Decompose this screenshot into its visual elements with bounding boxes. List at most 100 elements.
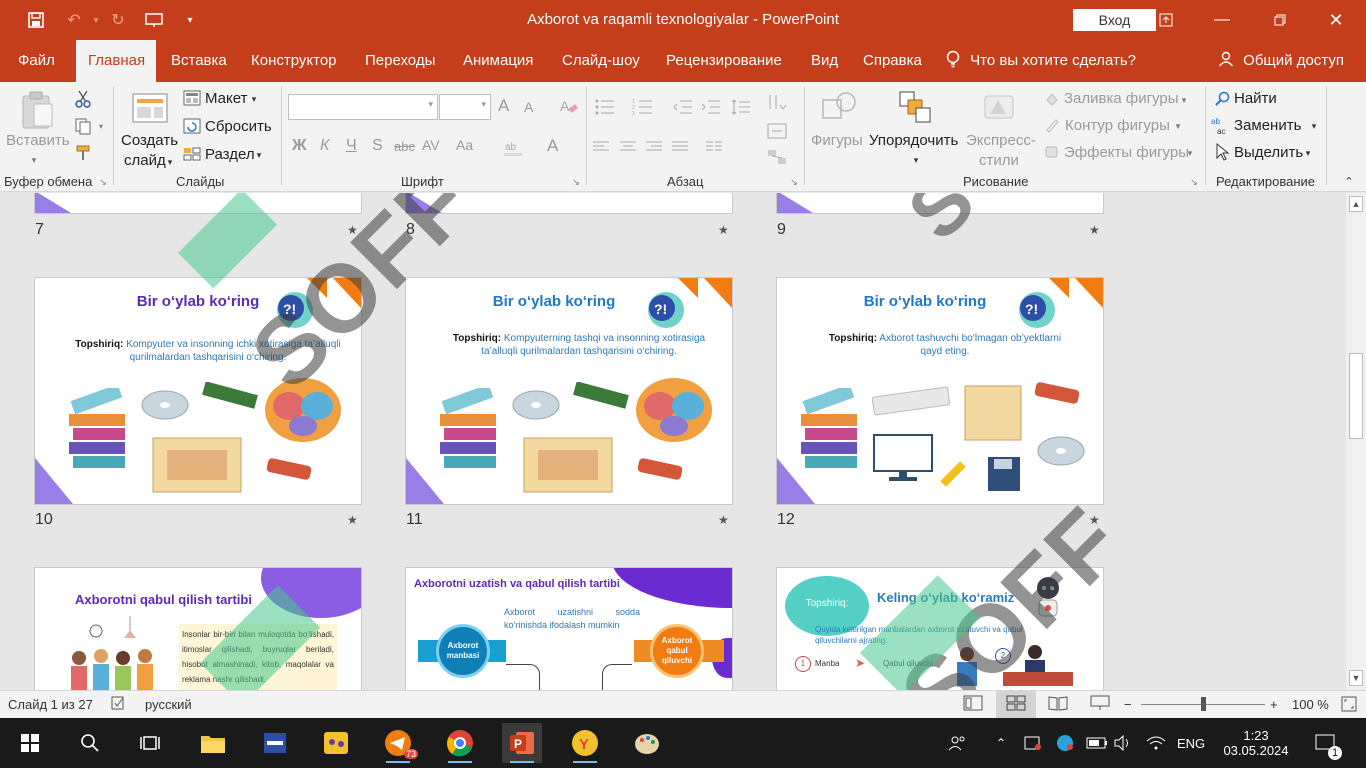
font-launcher-icon[interactable]: ↘ — [570, 176, 582, 188]
slide-thumbnail-7[interactable] — [34, 193, 362, 214]
replace-button[interactable]: Заменить — [1234, 117, 1301, 134]
align-left-icon[interactable] — [590, 137, 612, 157]
vertical-scrollbar[interactable]: ▲ ▼ — [1346, 193, 1366, 690]
section-dropdown-icon[interactable]: ▾ — [254, 149, 264, 161]
cut-icon[interactable] — [72, 88, 94, 110]
windows-start-icon[interactable] — [10, 723, 50, 763]
text-direction-icon[interactable] — [764, 92, 790, 114]
tab-slideshow[interactable]: Слайд-шоу — [550, 40, 652, 82]
powerpoint-icon[interactable]: P — [502, 723, 542, 763]
paste-dropdown-icon[interactable]: ▾ — [24, 152, 44, 168]
arrange-icon[interactable] — [897, 88, 935, 126]
transition-star-icon[interactable]: ★ — [1089, 223, 1100, 237]
normal-view-icon[interactable] — [963, 695, 983, 714]
shadow-button[interactable]: S — [372, 137, 383, 155]
smartart-icon[interactable] — [764, 146, 790, 168]
search-icon[interactable] — [1212, 89, 1232, 109]
tab-view[interactable]: Вид — [799, 40, 850, 82]
notifications-icon[interactable]: 1 — [1314, 718, 1342, 768]
fit-to-window-icon[interactable] — [1340, 695, 1358, 716]
shape-effects-icon[interactable] — [1043, 143, 1061, 161]
yandex-browser-icon[interactable]: Y — [565, 723, 605, 763]
slide-thumbnail-12[interactable]: Bir o‘ylab ko‘ring ?! Topshiriq: Axborot… — [776, 277, 1104, 505]
slide-thumbnail-14[interactable]: Axborotni uzatish va qabul qilish tartib… — [405, 567, 733, 690]
paste-label[interactable]: Вставить — [6, 132, 70, 149]
zoom-out-button[interactable]: − — [1124, 697, 1132, 712]
underline-button[interactable]: Ч — [346, 137, 357, 155]
reset-icon[interactable] — [181, 116, 203, 136]
paste-icon[interactable] — [18, 88, 56, 132]
task-view-icon[interactable] — [130, 723, 170, 763]
battery-icon[interactable] — [1086, 718, 1108, 768]
increase-indent-icon[interactable] — [698, 96, 724, 118]
new-slide-label-1[interactable]: Создать — [121, 132, 178, 149]
tab-review[interactable]: Рецензирование — [654, 40, 794, 82]
align-right-icon[interactable] — [643, 137, 665, 157]
line-spacing-icon[interactable] — [728, 96, 754, 118]
section-icon[interactable] — [181, 144, 203, 164]
drawing-launcher-icon[interactable]: ↘ — [1188, 176, 1200, 188]
slide-thumbnail-15[interactable]: Topshiriq: Keling o‘ylab ko‘ramiz Quyida… — [776, 567, 1104, 690]
scrollbar-thumb[interactable] — [1349, 353, 1363, 439]
tab-animations[interactable]: Анимация — [451, 40, 545, 82]
arrange-label[interactable]: Упорядочить — [869, 132, 958, 149]
replace-dropdown-icon[interactable]: ▾ — [1308, 120, 1320, 132]
shape-outline-icon[interactable] — [1043, 116, 1061, 134]
font-family-select[interactable]: ▾ — [288, 94, 438, 120]
quick-styles-label-2[interactable]: стили — [979, 152, 1019, 169]
grow-font-icon[interactable]: A — [498, 96, 509, 116]
shape-effects-dropdown-icon[interactable]: ▾ — [1184, 147, 1196, 159]
minimize-icon[interactable]: — — [1208, 6, 1236, 34]
shapes-icon[interactable] — [818, 88, 860, 128]
shapes-label[interactable]: Фигуры — [811, 132, 863, 149]
scanner-app-icon[interactable] — [255, 723, 295, 763]
copy-icon[interactable] — [72, 115, 94, 137]
reading-view-icon[interactable] — [1048, 695, 1068, 714]
layout-icon[interactable] — [181, 88, 203, 108]
file-explorer-icon[interactable] — [193, 723, 233, 763]
tray-telegram-icon[interactable] — [1056, 718, 1074, 768]
tell-me-search[interactable]: Что вы хотите сделать? — [946, 40, 1136, 82]
shape-outline-button[interactable]: Контур фигуры — [1065, 117, 1170, 134]
transition-star-icon[interactable]: ★ — [718, 223, 729, 237]
tab-home[interactable]: Главная — [76, 40, 156, 82]
transition-star-icon[interactable]: ★ — [718, 513, 729, 527]
people-icon[interactable] — [948, 718, 966, 768]
search-icon[interactable] — [70, 723, 110, 763]
transition-star-icon[interactable]: ★ — [1089, 513, 1100, 527]
tab-help[interactable]: Справка — [851, 40, 934, 82]
tab-transitions[interactable]: Переходы — [353, 40, 447, 82]
restore-icon[interactable] — [1266, 6, 1294, 34]
select-dropdown-icon[interactable]: ▾ — [1302, 147, 1314, 159]
decrease-indent-icon[interactable] — [670, 96, 696, 118]
columns-icon[interactable] — [703, 137, 725, 157]
transition-star-icon[interactable]: ★ — [347, 513, 358, 527]
replace-icon[interactable]: ab ac — [1210, 115, 1234, 137]
collapse-ribbon-icon[interactable]: ⌃ — [1341, 174, 1357, 188]
shape-effects-button[interactable]: Эффекты фигуры — [1064, 144, 1189, 161]
language-indicator[interactable]: русский — [145, 697, 192, 712]
shrink-font-icon[interactable]: A — [524, 99, 533, 115]
slideshow-view-icon[interactable] — [1090, 695, 1110, 714]
tab-file[interactable]: Файл — [6, 40, 67, 82]
tray-app-icon[interactable] — [1024, 718, 1042, 768]
login-button[interactable]: Вход — [1073, 9, 1156, 31]
strikethrough-button[interactable]: abc — [394, 139, 415, 154]
slide-thumbnail-13[interactable]: Axborotni qabul qilish tartibi Insonlar … — [34, 567, 362, 690]
shape-fill-button[interactable]: Заливка фигуры — [1064, 90, 1179, 107]
layout-button[interactable]: Макет — [205, 90, 247, 107]
tab-design[interactable]: Конструктор — [239, 40, 349, 82]
shape-outline-dropdown-icon[interactable]: ▾ — [1172, 120, 1184, 132]
align-text-icon[interactable] — [764, 120, 790, 142]
select-cursor-icon[interactable] — [1212, 142, 1232, 162]
shape-fill-dropdown-icon[interactable]: ▾ — [1178, 94, 1190, 106]
input-language[interactable]: ENG — [1177, 718, 1205, 768]
clear-formatting-icon[interactable]: A — [556, 94, 580, 118]
justify-icon[interactable] — [669, 137, 691, 157]
quick-styles-icon[interactable] — [980, 88, 1018, 126]
tray-expand-icon[interactable]: ⌃ — [996, 718, 1006, 768]
new-slide-icon[interactable] — [128, 88, 170, 128]
italic-button[interactable]: К — [320, 137, 329, 155]
character-spacing-button[interactable]: AV — [422, 137, 440, 153]
telegram-icon[interactable]: 73 — [378, 723, 418, 763]
